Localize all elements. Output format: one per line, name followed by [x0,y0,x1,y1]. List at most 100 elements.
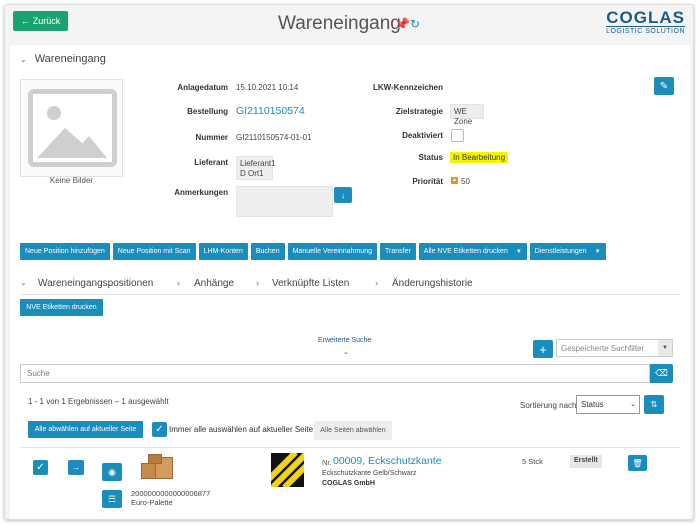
image-placeholder[interactable] [20,79,123,177]
sort-select[interactable]: Status ⌄ [576,395,640,414]
refresh-icon[interactable]: ↻ [410,17,420,31]
no-image-caption: Keine Bilder [49,176,94,185]
action-label: LHM-Konten [203,248,243,255]
always-select-checkbox[interactable]: ✓ [152,422,167,437]
deselect-page-button[interactable]: Alle abwählen auf aktueller Seite [28,421,143,438]
arrow-left-icon: ← [20,16,30,26]
deselect-page-label: Alle abwählen auf aktueller Seite [34,426,137,433]
action-services-dropdown[interactable]: Dienstleistungen ▼ [529,243,606,260]
back-button[interactable]: ← Zurück [13,11,68,31]
action-label: Transfer [384,248,411,255]
delete-button[interactable]: 🗑 [628,455,647,471]
pallet-number: 2000000000000006877 [131,489,211,498]
product-image[interactable] [271,453,304,487]
deselect-all-pages-label: Alle Seiten abwählen [320,427,386,434]
sort-direction-button[interactable]: ⇅ [644,395,664,414]
priority-icon: ▲ [451,177,458,184]
tab-verknuepfte-listen[interactable]: Verknüpfte Listen [272,278,349,289]
status-value: In Bearbeitung [450,152,509,163]
item-status-badge: Erstellt [570,455,602,468]
item-description: Eckschutzkante Gelb/Schwarz [322,470,417,477]
search-input[interactable] [20,364,650,383]
row-open-button[interactable]: → [68,460,84,475]
deaktiviert-label: Deaktiviert [402,131,443,140]
zielstrategie-label: Zielstrategie [395,107,443,116]
tab-divider [20,294,680,295]
row-select-checkbox[interactable]: ✓ [33,460,48,475]
lkw-label: LKW-Kennzeichen [372,83,443,92]
pallet-boxes-image [139,453,175,483]
action-label: Manuelle Vereinnahmung [292,248,372,255]
chevron-right-icon: › [256,278,259,288]
action-buchen-button[interactable]: Buchen [250,243,285,260]
nummer-label: Nummer [195,133,228,142]
logo-main-text: COGLAS [606,8,685,27]
action-print-all-nve-dropdown[interactable]: Alle NVE Etiketten drucken ▼ [418,243,527,260]
arrow-right-icon: → [72,463,80,472]
pencil-icon: ✎ [659,80,669,92]
back-button-label: Zurück [32,16,61,26]
action-label: Alle NVE Etiketten drucken [423,248,508,255]
logo-sub-text: LOGISTIC SOLUTION [606,26,685,35]
action-transfer-button[interactable]: Transfer [379,243,416,260]
camera-button[interactable]: ◉ [102,463,122,481]
clear-search-button[interactable]: ⌫ [650,364,673,383]
page-title: Wareneingang [278,13,401,34]
prioritaet-value: 50 [461,177,470,186]
status-label: Status [418,153,443,162]
check-icon: ✓ [155,424,164,435]
pin-icon[interactable]: 📌 [395,17,410,31]
tab-aenderungshistorie[interactable]: Änderungshistorie [392,278,473,289]
camera-icon: ◉ [108,466,116,477]
result-info: 1 - 1 von 1 Ergebnissen – 1 ausgewählt [28,397,169,406]
action-label: Neue Position hinzufügen [25,248,105,255]
action-label: Neue Position mit Scan [117,248,191,255]
caret-down-icon: ▼ [515,248,522,255]
sort-label: Sortierung nach [520,401,577,410]
bestellung-link[interactable]: GI2110150574 [236,105,305,117]
list-icon: ☰ [107,493,117,504]
image-sun-shape [47,106,61,120]
tab-wareneingangspositionen[interactable]: Wareneingangspositionen [38,278,153,289]
action-label: Buchen [255,248,280,255]
action-new-position-button[interactable]: Neue Position hinzufügen [20,243,110,260]
top-bar: ← Zurück Wareneingang 📌 ↻ COGLAS LOGISTI… [5,5,693,41]
nve-print-button[interactable]: NVE Etiketten drucken [20,299,103,316]
anlagedatum-value: 15.10.2021 10:14 [236,83,299,92]
item-number-link[interactable]: 00009, Eckschutzkante [333,455,442,467]
deaktiviert-checkbox[interactable] [451,129,464,142]
item-vendor: COGLAS GmbH [322,480,375,487]
bestellung-label: Bestellung [187,107,228,116]
chevron-down-icon: ⌄ [20,278,27,287]
action-lhm-konten-button[interactable]: LHM-Konten [198,243,248,260]
window-frame: ← Zurück Wareneingang 📌 ↻ COGLAS LOGISTI… [4,4,694,520]
section-header-wareneingang[interactable]: ⌄ Wareneingang [20,53,106,65]
arrow-down-icon: ↓ [341,190,345,200]
logo: COGLAS LOGISTIC SOLUTION [606,9,685,35]
box-shape [148,454,162,464]
action-manual-receipt-button[interactable]: Manuelle Vereinnahmung [287,243,377,260]
action-bar: Neue Position hinzufügen Neue Position m… [20,243,606,260]
caret-down-icon: ▼ [594,248,601,255]
list-button[interactable]: ☰ [102,490,122,508]
saved-filter-select[interactable]: Gespeicherte Suchfilter ▼ [556,339,673,357]
lieferant-line-2: D Ort1 [240,169,264,178]
tab-anhaenge[interactable]: Anhänge [194,278,234,289]
lieferant-label: Lieferant [194,158,228,167]
extended-search-link[interactable]: Erweiterte Suche [318,337,371,344]
nve-print-label: NVE Etiketten drucken [26,304,97,311]
section-title: Wareneingang [34,53,106,65]
content-panel: ⌄ Wareneingang Keine Bilder Anlagedatum 1… [10,45,690,519]
chevron-down-icon[interactable]: ⌄ [343,348,349,356]
deselect-all-pages-button[interactable]: Alle Seiten abwählen [314,421,392,440]
add-filter-button[interactable]: + [533,340,553,358]
image-placeholder-icon [28,89,117,167]
chevron-right-icon: › [177,278,180,288]
anmerkungen-label: Anmerkungen [174,188,228,197]
anmerkungen-field[interactable] [236,186,333,217]
edit-button[interactable]: ✎ [654,77,674,95]
sort-value: Status [581,400,604,409]
anmerkungen-expand-button[interactable]: ↓ [334,187,352,203]
action-new-position-scan-button[interactable]: Neue Position mit Scan [112,243,196,260]
item-number-prefix: Nr. [322,458,332,467]
